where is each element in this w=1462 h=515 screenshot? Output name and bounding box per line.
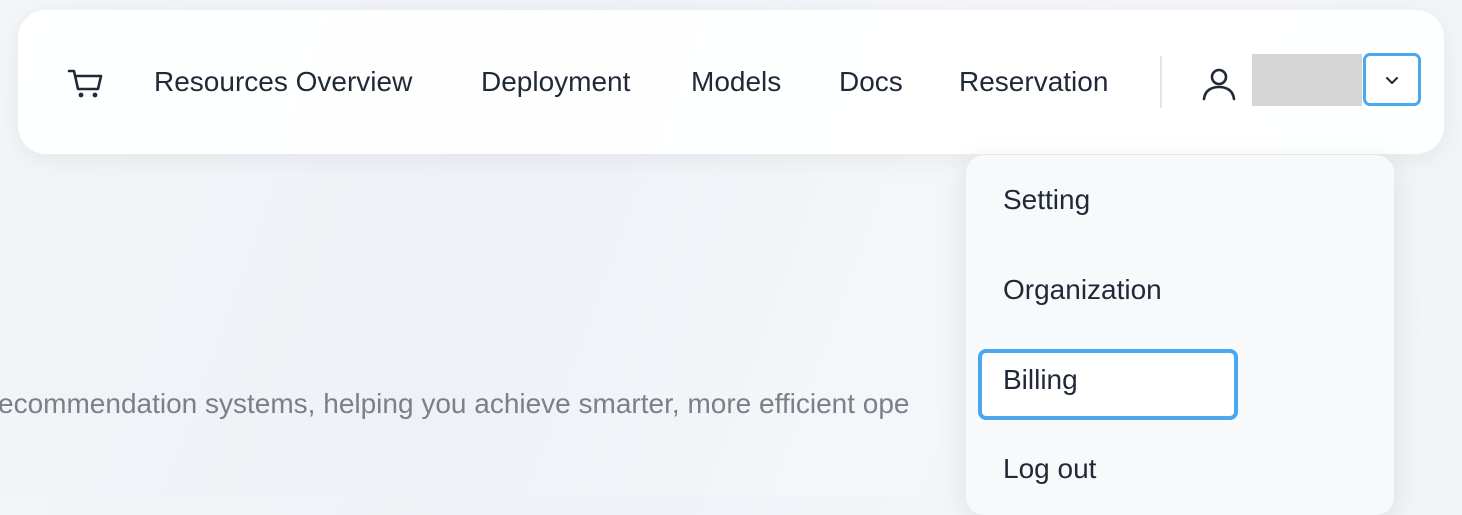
- nav-link-docs[interactable]: Docs: [839, 62, 903, 102]
- chevron-down-icon: [1386, 76, 1398, 84]
- cart-icon: [67, 69, 103, 98]
- top-navbar: Resources Overview Deployment Models Doc…: [18, 10, 1444, 154]
- user-name[interactable]: [1252, 54, 1362, 106]
- cart-button[interactable]: [66, 63, 106, 103]
- menu-item-organization[interactable]: Organization: [1003, 270, 1162, 310]
- nav-link-reservation[interactable]: Reservation: [959, 62, 1108, 102]
- user-dropdown-menu: Setting Organization Billing Log out: [966, 155, 1394, 515]
- menu-item-setting[interactable]: Setting: [1003, 180, 1090, 220]
- menu-item-billing[interactable]: Billing: [1003, 360, 1078, 400]
- menu-item-log-out[interactable]: Log out: [1003, 449, 1096, 489]
- hero-description: ecommendation systems, helping you achie…: [0, 388, 910, 419]
- nav-link-models[interactable]: Models: [691, 62, 781, 102]
- user-icon: [1202, 68, 1236, 101]
- user-menu-toggle[interactable]: [1363, 53, 1421, 106]
- nav-link-deployment[interactable]: Deployment: [481, 62, 630, 102]
- nav-divider: [1160, 56, 1162, 108]
- user-avatar[interactable]: [1198, 63, 1240, 105]
- nav-link-resources-overview[interactable]: Resources Overview: [154, 62, 412, 102]
